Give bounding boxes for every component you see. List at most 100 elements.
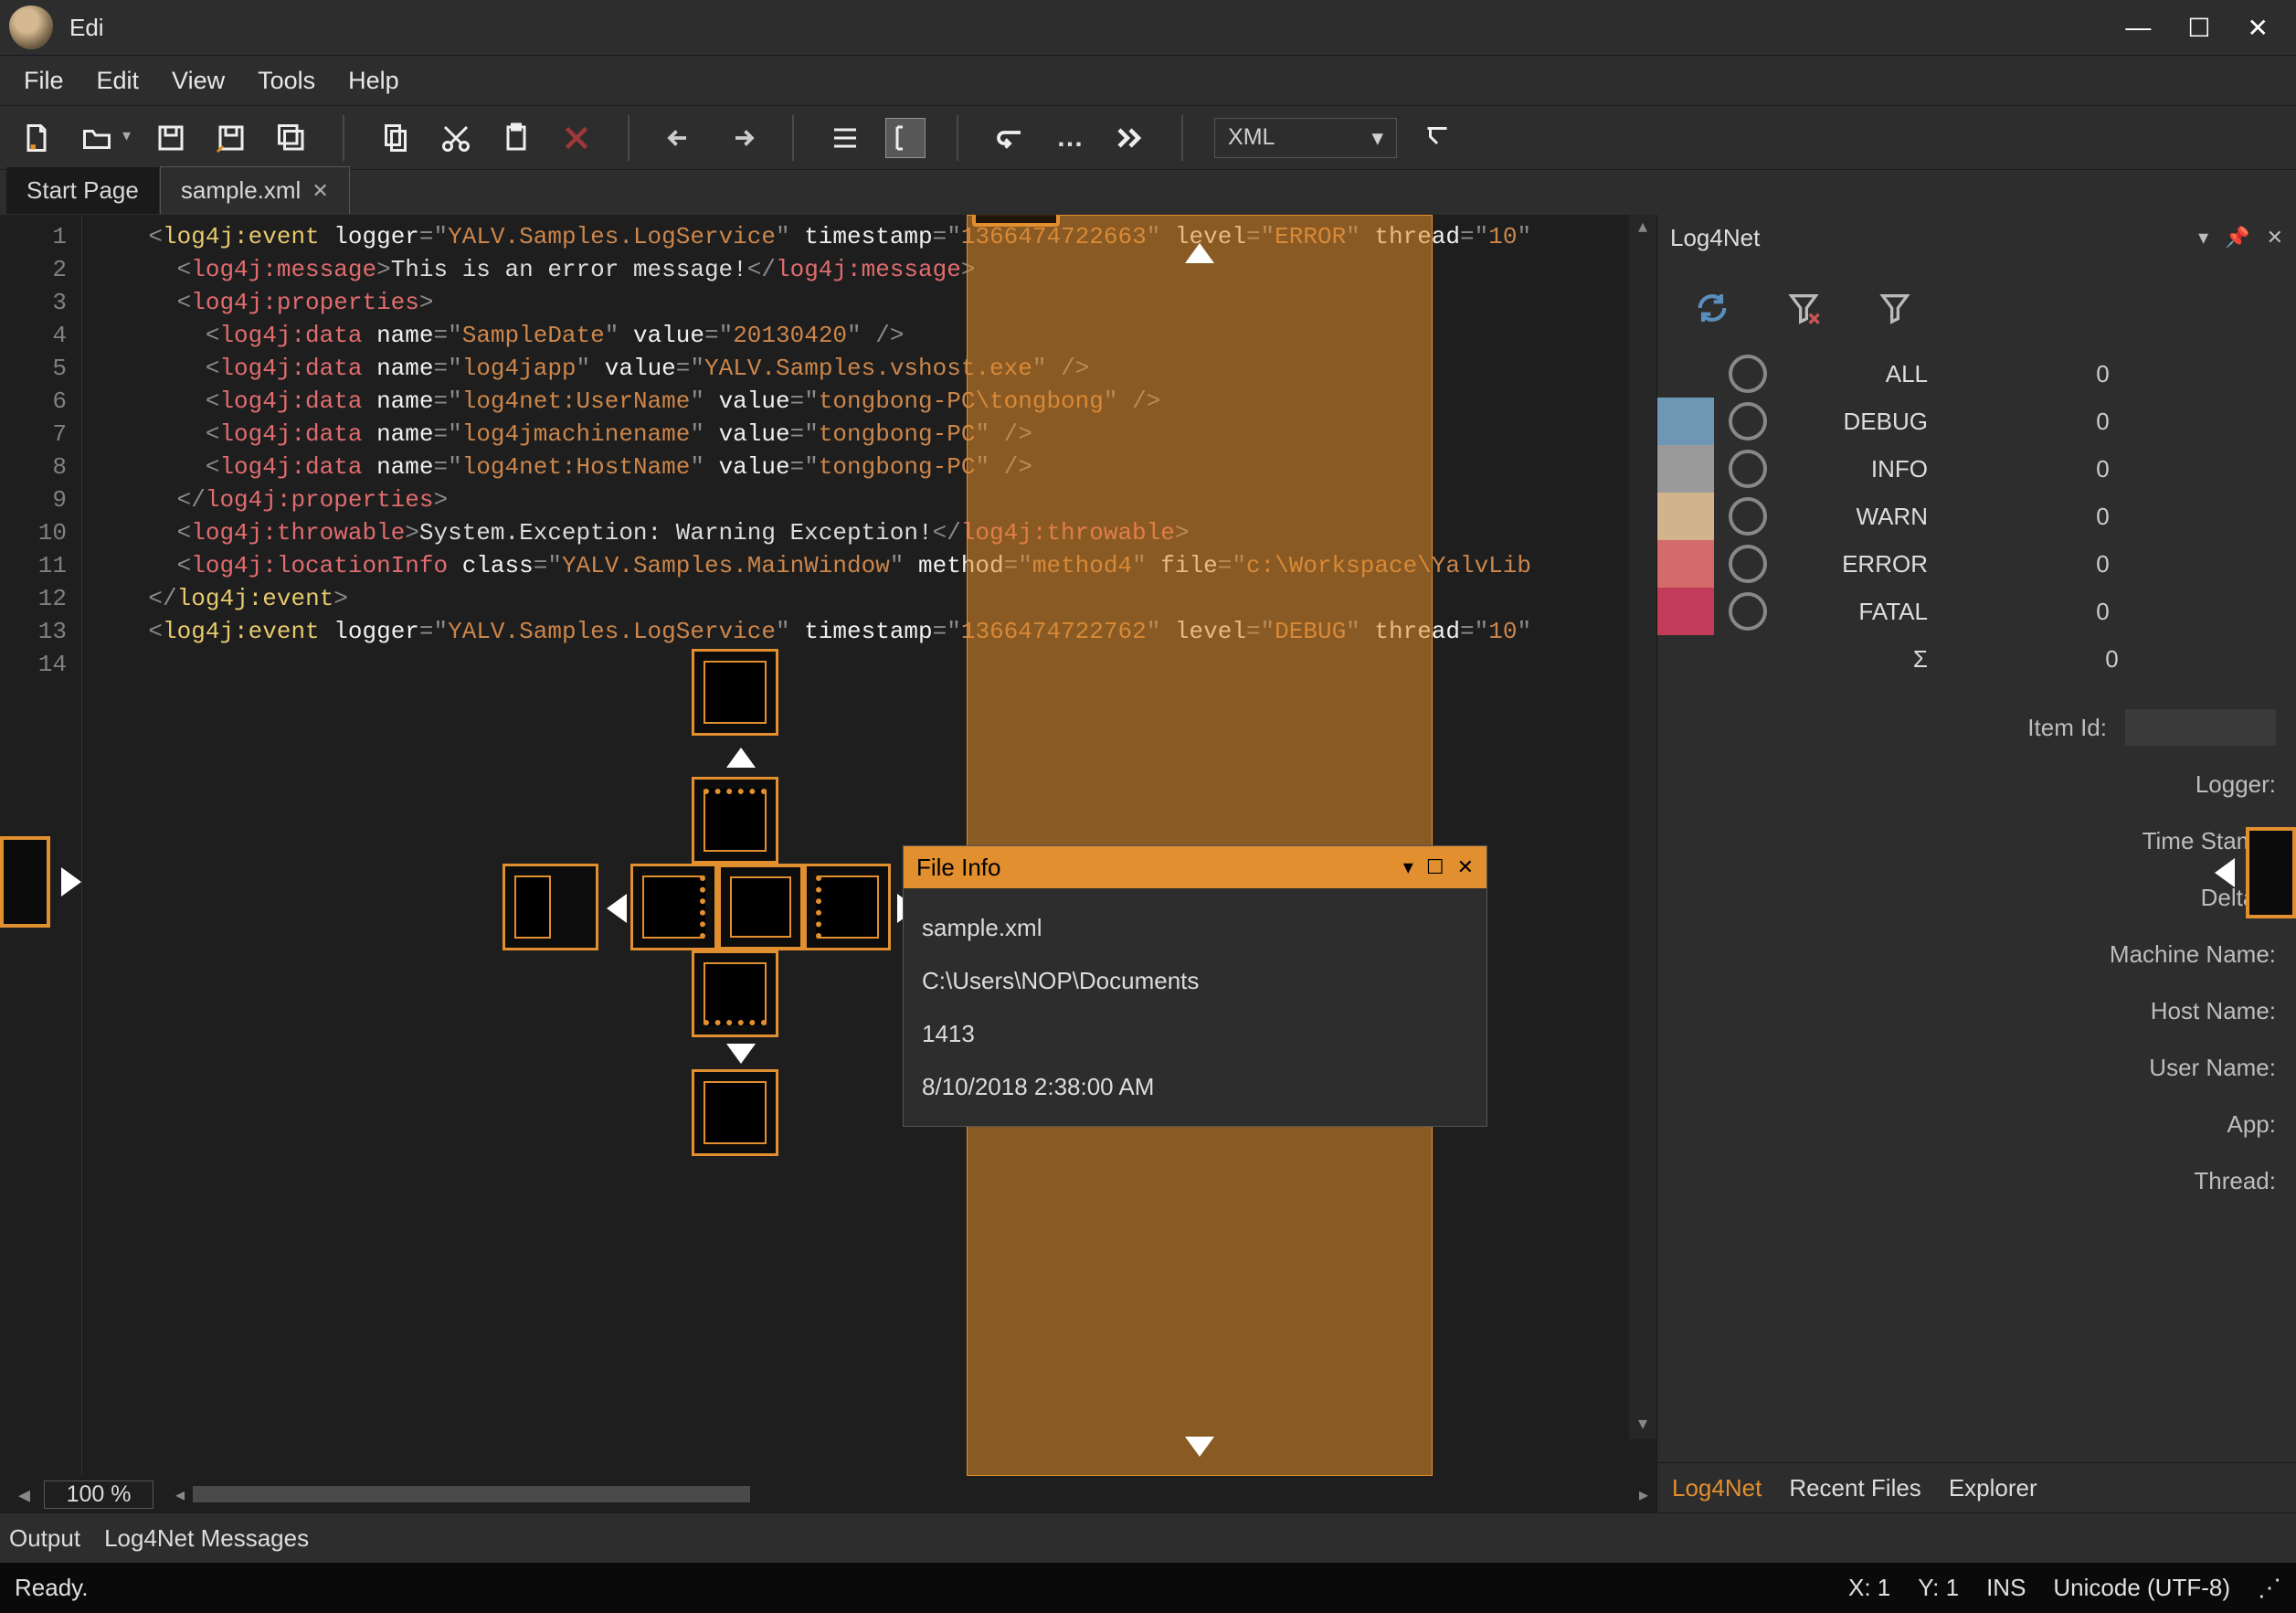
menu-help[interactable]: Help: [332, 59, 416, 102]
minimize-button[interactable]: —: [2125, 13, 2151, 43]
new-file-button[interactable]: [16, 118, 57, 158]
horizontal-scrollbar[interactable]: ◂ ▸: [167, 1483, 1656, 1506]
level-radio[interactable]: [1729, 592, 1767, 631]
scroll-right-icon[interactable]: ▸: [1631, 1483, 1656, 1506]
code-line[interactable]: <log4j:data name="log4net:HostName" valu…: [91, 451, 1656, 483]
menu-tools[interactable]: Tools: [241, 59, 332, 102]
level-row[interactable]: FATAL0: [1657, 588, 2278, 635]
dropdown-icon[interactable]: ▾: [2198, 226, 2208, 249]
rtab-explorer[interactable]: Explorer: [1949, 1474, 2037, 1502]
paste-button[interactable]: [496, 118, 536, 158]
tab-sample-xml[interactable]: sample.xml ✕: [160, 166, 350, 215]
rtab-recent-files[interactable]: Recent Files: [1789, 1474, 1921, 1502]
save-button[interactable]: [151, 118, 191, 158]
close-button[interactable]: ✕: [2248, 13, 2269, 43]
level-radio[interactable]: [1729, 402, 1767, 440]
more-button[interactable]: …: [1050, 118, 1090, 158]
copy-button[interactable]: [376, 118, 416, 158]
language-dropdown[interactable]: XML ▾: [1214, 118, 1397, 158]
code-line[interactable]: <log4j:throwable>System.Exception: Warni…: [91, 516, 1656, 549]
level-row[interactable]: ERROR0: [1657, 540, 2278, 588]
code-line[interactable]: [91, 648, 1656, 681]
code-editor[interactable]: 1234567891011121314 <log4j:event logger=…: [0, 215, 1656, 1476]
level-radio[interactable]: [1729, 355, 1767, 393]
panel-body: ALL0DEBUG0INFO0WARN0ERROR0FATAL0 Σ 0 Ite…: [1657, 260, 2296, 1462]
open-file-button[interactable]: [77, 118, 117, 158]
level-swatch: [1657, 445, 1714, 493]
detail-row: Machine Name:: [1677, 926, 2276, 982]
line-number: 2: [0, 253, 81, 286]
level-radio[interactable]: [1729, 545, 1767, 583]
overflow-button[interactable]: [1110, 118, 1150, 158]
clear-filter-icon[interactable]: [1785, 290, 1822, 326]
delete-button[interactable]: [556, 118, 597, 158]
code-line[interactable]: <log4j:data name="log4net:UserName" valu…: [91, 385, 1656, 418]
refresh-icon[interactable]: [1694, 290, 1730, 326]
detail-label: Logger:: [2195, 770, 2276, 799]
panel-title: Log4Net: [1670, 224, 1760, 252]
toggle-panel-button[interactable]: [1417, 118, 1457, 158]
code-line[interactable]: <log4j:data name="SampleDate" value="201…: [91, 319, 1656, 352]
detail-label: Item Id:: [2027, 714, 2107, 742]
scroll-track[interactable]: [1629, 242, 1656, 1412]
line-number: 13: [0, 615, 81, 648]
level-row[interactable]: DEBUG0: [1657, 398, 2278, 445]
log-levels-table: ALL0DEBUG0INFO0WARN0ERROR0FATAL0: [1657, 350, 2296, 635]
level-swatch: [1657, 350, 1714, 398]
status-x: X: 1: [1848, 1574, 1890, 1602]
save-all-button[interactable]: [271, 118, 312, 158]
level-swatch: [1657, 493, 1714, 540]
vertical-scrollbar[interactable]: ▴ ▾: [1629, 215, 1656, 1439]
level-swatch: [1657, 588, 1714, 635]
resize-grip-icon[interactable]: ⋰: [2258, 1574, 2281, 1602]
lines-button[interactable]: [825, 118, 865, 158]
line-number: 4: [0, 319, 81, 352]
wrap-button[interactable]: [989, 118, 1030, 158]
menu-edit[interactable]: Edit: [80, 59, 156, 102]
line-number: 12: [0, 582, 81, 615]
tab-start-page[interactable]: Start Page: [5, 166, 160, 215]
indent-guide-button[interactable]: [885, 118, 926, 158]
code-line[interactable]: <log4j:event logger="YALV.Samples.LogSer…: [91, 615, 1656, 648]
redo-button[interactable]: [721, 118, 761, 158]
pin-icon[interactable]: 📌: [2225, 226, 2249, 249]
code-line[interactable]: <log4j:data name="log4japp" value="YALV.…: [91, 352, 1656, 385]
level-name: ERROR: [1782, 550, 1928, 578]
menu-file[interactable]: File: [7, 59, 80, 102]
level-row[interactable]: WARN0: [1657, 493, 2278, 540]
scroll-up-icon[interactable]: ▴: [1638, 215, 1647, 242]
zoom-arrow-left-icon[interactable]: ◂: [18, 1480, 30, 1509]
save-as-button[interactable]: [211, 118, 251, 158]
level-row-sigma: Σ 0: [1657, 635, 2296, 683]
code-line[interactable]: </log4j:event>: [91, 582, 1656, 615]
cut-button[interactable]: [436, 118, 476, 158]
code-line[interactable]: <log4j:properties>: [91, 286, 1656, 319]
detail-value[interactable]: [2125, 709, 2276, 746]
scroll-left-icon[interactable]: ◂: [167, 1483, 193, 1506]
menu-view[interactable]: View: [155, 59, 241, 102]
open-dropdown-icon[interactable]: ▾: [122, 126, 131, 145]
rtab-log4net[interactable]: Log4Net: [1672, 1474, 1762, 1502]
level-radio[interactable]: [1729, 497, 1767, 536]
code-line[interactable]: <log4j:locationInfo class="YALV.Samples.…: [91, 549, 1656, 582]
level-radio[interactable]: [1729, 450, 1767, 488]
code-line[interactable]: <log4j:data name="log4jmachinename" valu…: [91, 418, 1656, 451]
code-line[interactable]: <log4j:event logger="YALV.Samples.LogSer…: [91, 220, 1656, 253]
tab-log4net-messages[interactable]: Log4Net Messages: [104, 1524, 309, 1553]
close-icon[interactable]: ✕: [312, 179, 328, 203]
undo-button[interactable]: [661, 118, 701, 158]
filter-icon[interactable]: [1877, 290, 1913, 326]
code-content[interactable]: <log4j:event logger="YALV.Samples.LogSer…: [82, 215, 1656, 1476]
maximize-button[interactable]: ☐: [2187, 13, 2210, 43]
detail-row: App:: [1677, 1096, 2276, 1152]
panel-toolbar: [1657, 277, 2296, 350]
level-row[interactable]: ALL0: [1657, 350, 2278, 398]
code-line[interactable]: </log4j:properties>: [91, 483, 1656, 516]
scroll-thumb[interactable]: [193, 1486, 750, 1502]
level-row[interactable]: INFO0: [1657, 445, 2278, 493]
code-line[interactable]: <log4j:message>This is an error message!…: [91, 253, 1656, 286]
tab-output[interactable]: Output: [9, 1524, 80, 1553]
zoom-level[interactable]: 100 %: [44, 1480, 153, 1509]
scroll-down-icon[interactable]: ▾: [1638, 1412, 1647, 1439]
close-icon[interactable]: ✕: [2267, 226, 2283, 249]
